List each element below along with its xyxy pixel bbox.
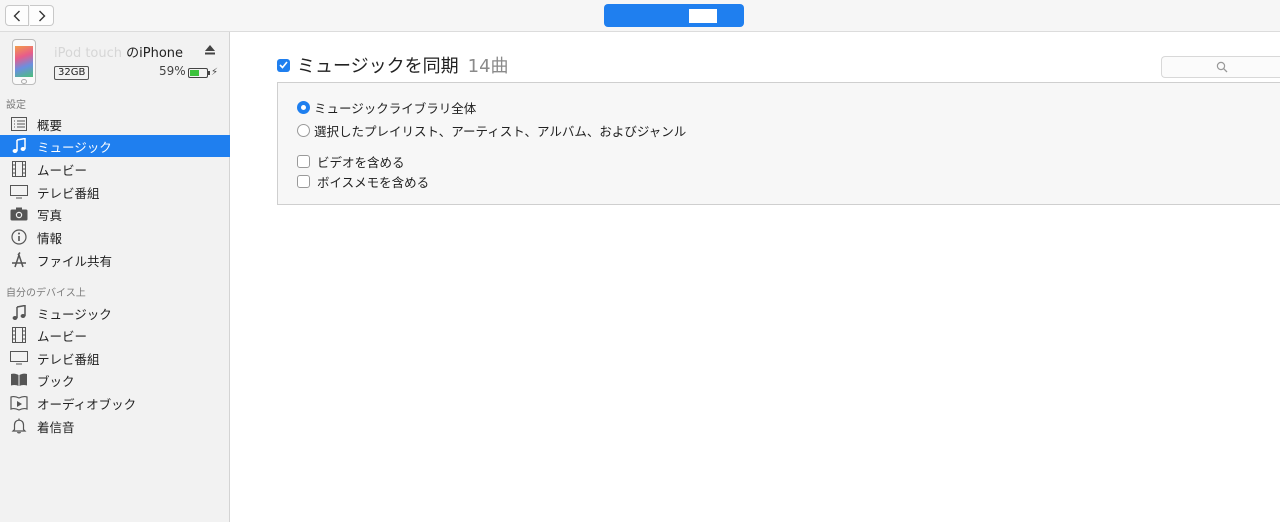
device-button-redaction	[689, 9, 717, 23]
sidebar-item-music[interactable]: ミュージック	[0, 135, 230, 157]
sidebar-item-label: ミュージック	[37, 139, 112, 155]
camera-icon	[9, 206, 29, 222]
battery-nub	[208, 71, 210, 75]
sidebar-item-device-ringtones[interactable]: 着信音	[0, 415, 230, 437]
film-icon	[9, 161, 29, 177]
include-videos-checkbox[interactable]	[297, 155, 310, 168]
sync-options-panel: ミュージックライブラリ全体 選択したプレイリスト、アーティスト、アルバム、および…	[277, 82, 1280, 205]
main-content: ミュージックを同期 14曲 ミュージックライブラリ全体 選択したプレイリスト、ア…	[231, 32, 1280, 522]
forward-button[interactable]	[30, 5, 54, 26]
sidebar-item-label: 写真	[37, 207, 63, 223]
option-include-videos[interactable]: ビデオを含める	[297, 152, 405, 171]
sidebar-item-label: ムービー	[37, 162, 88, 178]
section-title-settings: 設定	[6, 100, 26, 111]
sidebar-item-device-movies[interactable]: ムービー	[0, 324, 230, 346]
sidebar-item-label: 着信音	[37, 419, 75, 435]
bell-icon	[9, 418, 29, 434]
device-button[interactable]	[604, 4, 744, 27]
sidebar-item-device-music[interactable]: ミュージック	[0, 302, 230, 324]
sync-music-title: ミュージックを同期	[297, 56, 459, 77]
sidebar-item-summary[interactable]: 概要	[0, 113, 230, 135]
audiobook-icon	[9, 395, 29, 411]
book-icon	[9, 372, 29, 388]
include-voice-memos-label: ボイスメモを含める	[317, 175, 430, 190]
iphone-home-button	[21, 79, 27, 84]
sidebar-item-device-audiobooks[interactable]: オーディオブック	[0, 392, 230, 414]
sidebar-item-device-tv[interactable]: テレビ番組	[0, 347, 230, 369]
music-note-icon	[9, 305, 29, 321]
title-bar	[0, 0, 1280, 32]
include-voice-memos-checkbox[interactable]	[297, 175, 310, 188]
option-entire-library[interactable]: ミュージックライブラリ全体	[297, 98, 476, 117]
sync-music-header: ミュージックを同期 14曲	[277, 52, 509, 78]
include-videos-label: ビデオを含める	[317, 155, 405, 170]
tv-icon	[9, 184, 29, 200]
sidebar: iPod touch のiPhone 32GB 59% ⚡ 設定 概要 ミュージ…	[0, 32, 230, 522]
sidebar-item-device-books[interactable]: ブック	[0, 369, 230, 391]
info-icon	[9, 229, 29, 245]
sidebar-item-movies[interactable]: ムービー	[0, 158, 230, 180]
battery-percent: 59%	[159, 64, 186, 78]
entire-library-radio[interactable]	[297, 101, 310, 114]
sidebar-item-file-sharing[interactable]: ファイル共有	[0, 249, 230, 271]
capacity-badge: 32GB	[54, 66, 90, 80]
device-info[interactable]: iPod touch のiPhone 32GB 59% ⚡	[0, 32, 230, 90]
sidebar-item-label: ブック	[37, 373, 75, 389]
option-selected-items[interactable]: 選択したプレイリスト、アーティスト、アルバム、およびジャンル	[297, 121, 686, 140]
film-icon	[9, 327, 29, 343]
sidebar-item-info[interactable]: 情報	[0, 226, 230, 248]
back-button[interactable]	[5, 5, 29, 26]
device-name-redacted: iPod touch	[54, 46, 127, 61]
search-icon	[1216, 61, 1228, 73]
selected-items-label: 選択したプレイリスト、アーティスト、アルバム、およびジャンル	[314, 124, 687, 139]
sidebar-item-label: テレビ番組	[37, 351, 100, 367]
search-field[interactable]	[1161, 56, 1280, 78]
sidebar-item-photos[interactable]: 写真	[0, 203, 230, 225]
list-icon	[9, 116, 29, 132]
chevron-right-icon	[38, 10, 45, 21]
device-name: iPod touch のiPhone	[54, 42, 183, 61]
music-note-icon	[9, 138, 29, 154]
selected-items-radio[interactable]	[297, 124, 310, 137]
song-count: 14曲	[467, 56, 509, 77]
tv-icon	[9, 350, 29, 366]
sidebar-item-label: テレビ番組	[37, 185, 100, 201]
eject-icon[interactable]	[204, 44, 216, 56]
battery-icon	[188, 68, 210, 78]
checkmark-icon	[279, 61, 288, 69]
device-name-label: のiPhone	[126, 46, 184, 61]
iphone-screen	[15, 46, 33, 77]
sidebar-item-label: ファイル共有	[37, 253, 113, 269]
option-include-voice-memos[interactable]: ボイスメモを含める	[297, 172, 429, 191]
apps-icon	[9, 252, 29, 268]
charging-icon: ⚡	[211, 67, 219, 78]
sync-music-checkbox[interactable]	[277, 58, 290, 72]
sidebar-item-label: 概要	[37, 117, 63, 133]
iphone-icon	[12, 39, 36, 85]
chevron-left-icon	[13, 10, 20, 21]
battery-fill	[190, 70, 199, 76]
entire-library-label: ミュージックライブラリ全体	[314, 101, 477, 116]
section-title-on-device: 自分のデバイス上	[6, 288, 86, 299]
sidebar-item-label: ムービー	[37, 328, 88, 344]
sidebar-item-label: オーディオブック	[37, 396, 137, 412]
sidebar-item-label: 情報	[37, 230, 63, 246]
sidebar-item-tv[interactable]: テレビ番組	[0, 181, 230, 203]
sidebar-item-label: ミュージック	[37, 306, 112, 322]
